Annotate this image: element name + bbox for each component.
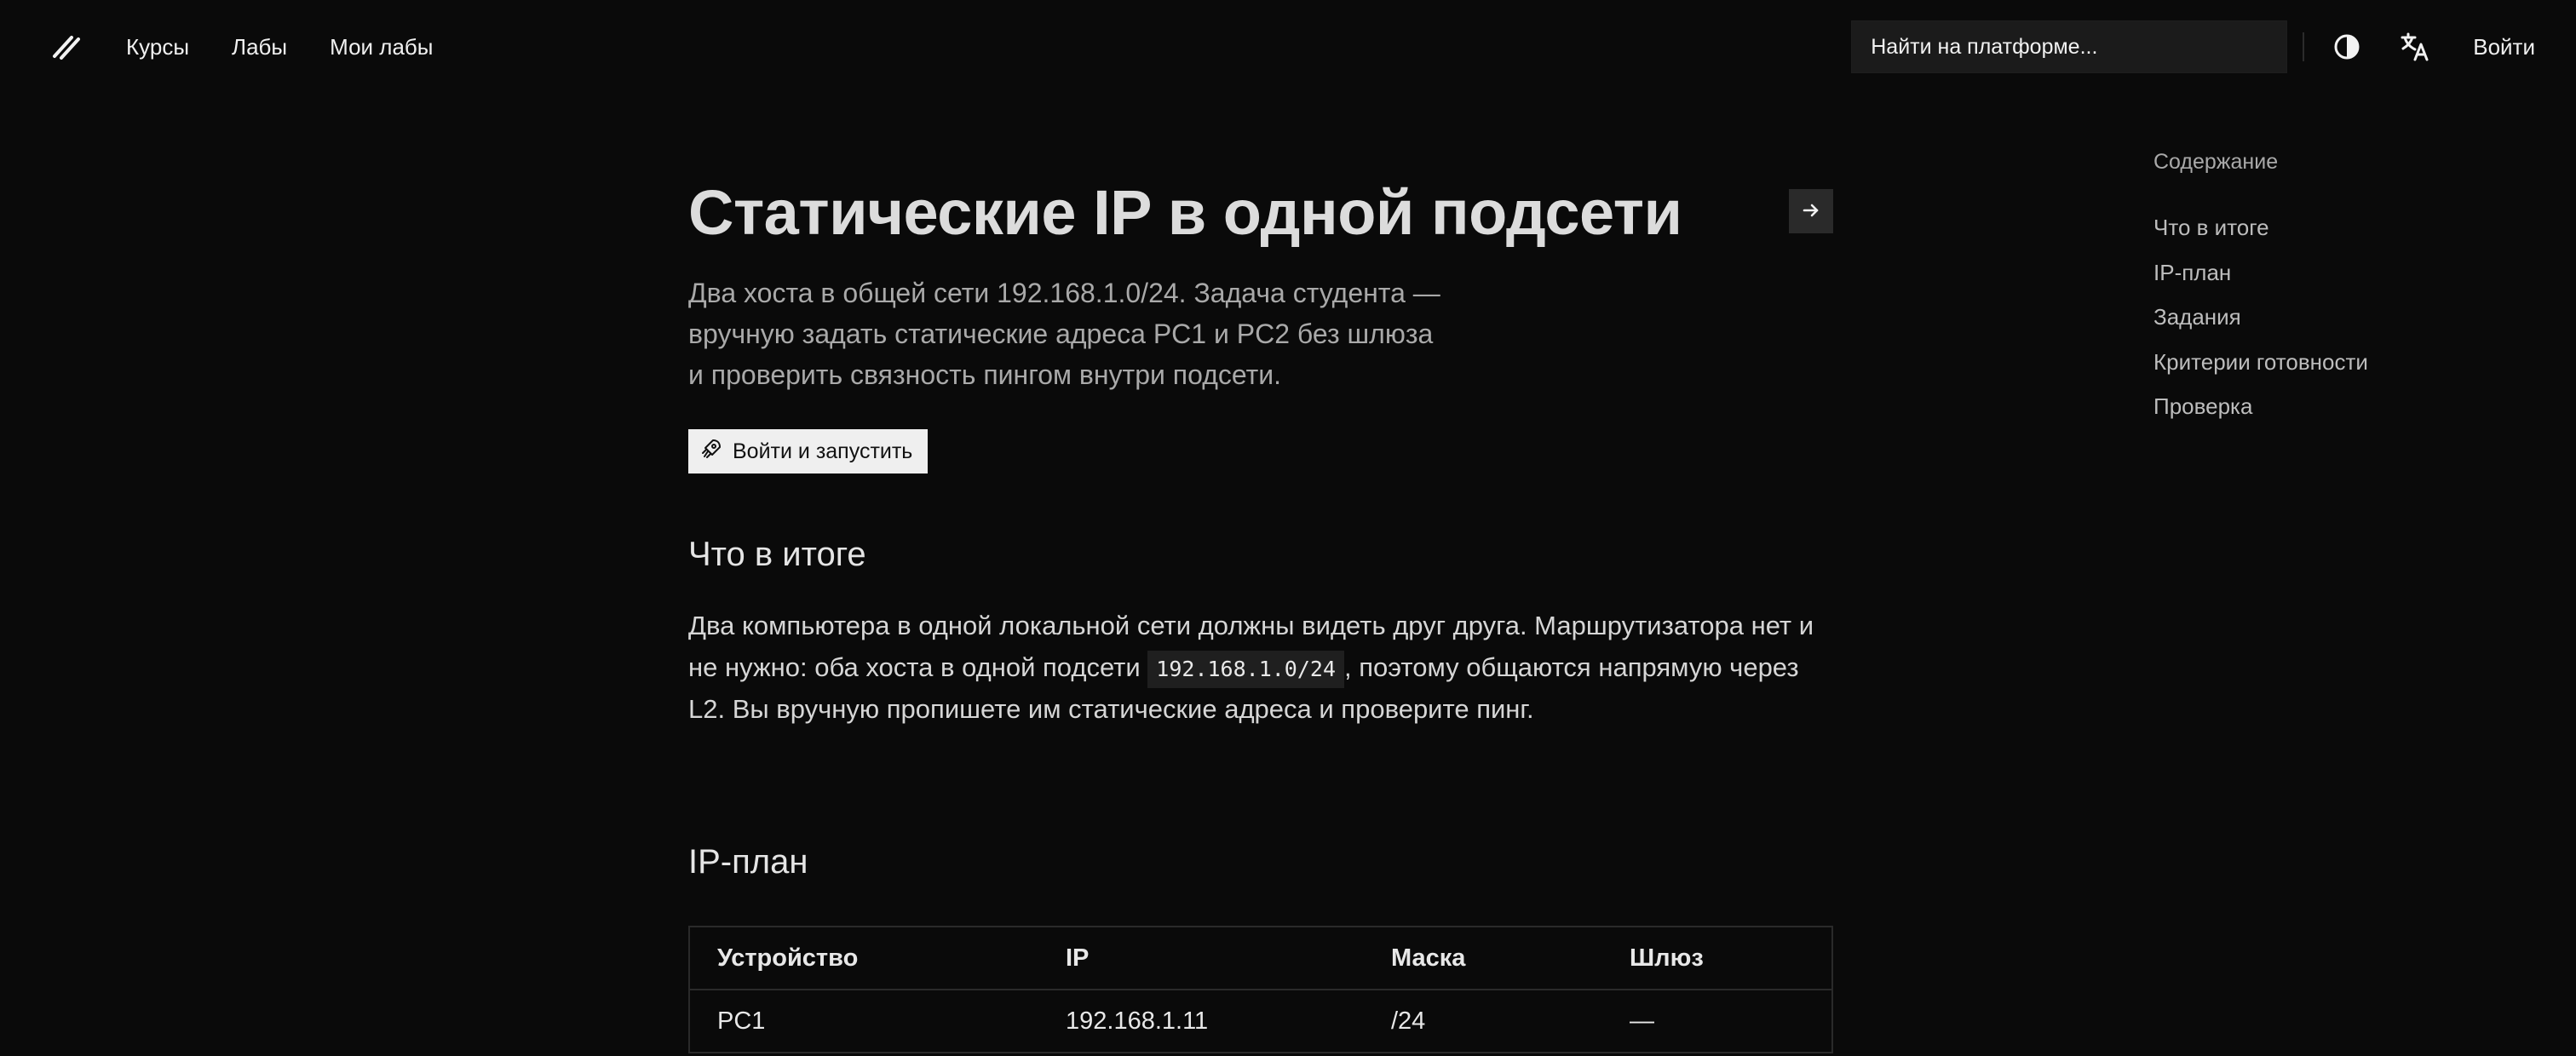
table-cell: — bbox=[1630, 1007, 1654, 1035]
table-cell: 192.168.1.11 bbox=[1066, 1007, 1209, 1035]
toc-item-result[interactable]: Что в итоге bbox=[2153, 205, 2511, 250]
search-input[interactable] bbox=[1871, 34, 2268, 60]
nav-labs[interactable]: Лабы bbox=[232, 36, 287, 58]
toc-title: Содержание bbox=[2153, 150, 2279, 174]
table-row: PC1 192.168.1.11 /24 — bbox=[689, 990, 1832, 1053]
search-box[interactable] bbox=[1851, 20, 2288, 73]
arrow-right-icon bbox=[1801, 200, 1821, 223]
top-bar: Курсы Лабы Мои лабы Войти bbox=[0, 0, 2576, 94]
nav-my-labs[interactable]: Мои лабы bbox=[330, 36, 433, 58]
table-cell: /24 bbox=[1391, 1007, 1426, 1035]
column-header-device: Устройство bbox=[689, 927, 1038, 990]
slash-logo-icon[interactable] bbox=[48, 28, 85, 66]
login-and-run-button[interactable]: Войти и запустить bbox=[688, 429, 929, 473]
main-nav: Курсы Лабы Мои лабы bbox=[126, 36, 434, 58]
page-title: Статические IP в одной подсети bbox=[688, 177, 1682, 248]
ip-plan-table: Устройство IP Маска Шлюз PC1 192.168.1.1… bbox=[688, 926, 1833, 1053]
header-divider bbox=[2303, 32, 2305, 61]
toc-item-ip-plan[interactable]: IP-план bbox=[2153, 250, 2511, 296]
contrast-icon[interactable] bbox=[2330, 30, 2364, 64]
table-cell: PC1 bbox=[717, 1007, 766, 1035]
main-content: Статические IP в одной подсети Два хоста… bbox=[688, 170, 1833, 1053]
column-header-mask: Маска bbox=[1364, 927, 1602, 990]
subnet-code: 192.168.1.0/24 bbox=[1147, 650, 1345, 688]
toc-item-tasks[interactable]: Задания bbox=[2153, 295, 2511, 340]
login-and-run-label: Войти и запустить bbox=[733, 439, 913, 463]
header-tools: Войти bbox=[1851, 0, 2535, 94]
table-header-row: Устройство IP Маска Шлюз bbox=[689, 927, 1832, 990]
toc-item-criteria[interactable]: Критерии готовности bbox=[2153, 340, 2511, 385]
rocket-icon bbox=[700, 438, 722, 466]
section-paragraph-result: Два компьютера в одной локальной сети до… bbox=[688, 605, 1833, 730]
title-row: Статические IP в одной подсети bbox=[688, 170, 1833, 255]
next-button[interactable] bbox=[1789, 189, 1833, 233]
toc-item-check[interactable]: Проверка bbox=[2153, 384, 2511, 429]
translate-icon[interactable] bbox=[2398, 30, 2432, 64]
signin-link[interactable]: Войти bbox=[2473, 34, 2535, 60]
table-of-contents: Содержание Что в итоге IP-план Задания К… bbox=[2153, 150, 2511, 429]
section-heading-ip-plan: IP-план bbox=[688, 843, 808, 881]
column-header-ip: IP bbox=[1038, 927, 1364, 990]
nav-courses[interactable]: Курсы bbox=[126, 36, 189, 58]
page-lead: Два хоста в общей сети 192.168.1.0/24. З… bbox=[688, 278, 1440, 390]
section-heading-result: Что в итоге bbox=[688, 536, 866, 573]
column-header-gateway: Шлюз bbox=[1602, 927, 1832, 990]
